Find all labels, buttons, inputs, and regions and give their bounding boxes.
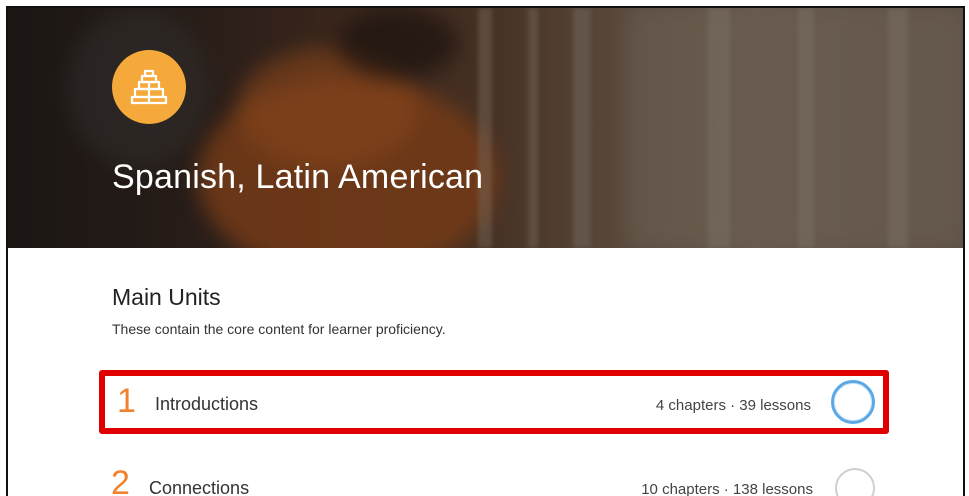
section-subtitle: These contain the core content for learn… (112, 321, 446, 337)
progress-circle-icon[interactable] (835, 468, 875, 496)
unit-number: 1 (117, 382, 136, 420)
unit-name: Introductions (155, 394, 259, 414)
course-logo (112, 50, 186, 124)
unit-meta: 10 chapters · 138 lessons (641, 481, 813, 496)
unit-number: 2 (111, 464, 130, 496)
course-hero-banner: Spanish, Latin American (8, 8, 963, 248)
unit-row-introductions[interactable]: 1 Introductions 4 chapters · 39 lessons (99, 370, 889, 434)
unit-row-connections[interactable]: 2 Connections 10 chapters · 138 lessons (99, 456, 889, 496)
app-frame: Spanish, Latin American Main Units These… (6, 6, 965, 496)
unit-name: Connections (149, 478, 250, 496)
unit-meta: 4 chapters · 39 lessons (655, 397, 811, 414)
course-title: Spanish, Latin American (112, 158, 484, 196)
progress-circle-icon[interactable] (831, 380, 875, 424)
section-title: Main Units (112, 284, 221, 310)
pyramid-icon (130, 69, 168, 105)
